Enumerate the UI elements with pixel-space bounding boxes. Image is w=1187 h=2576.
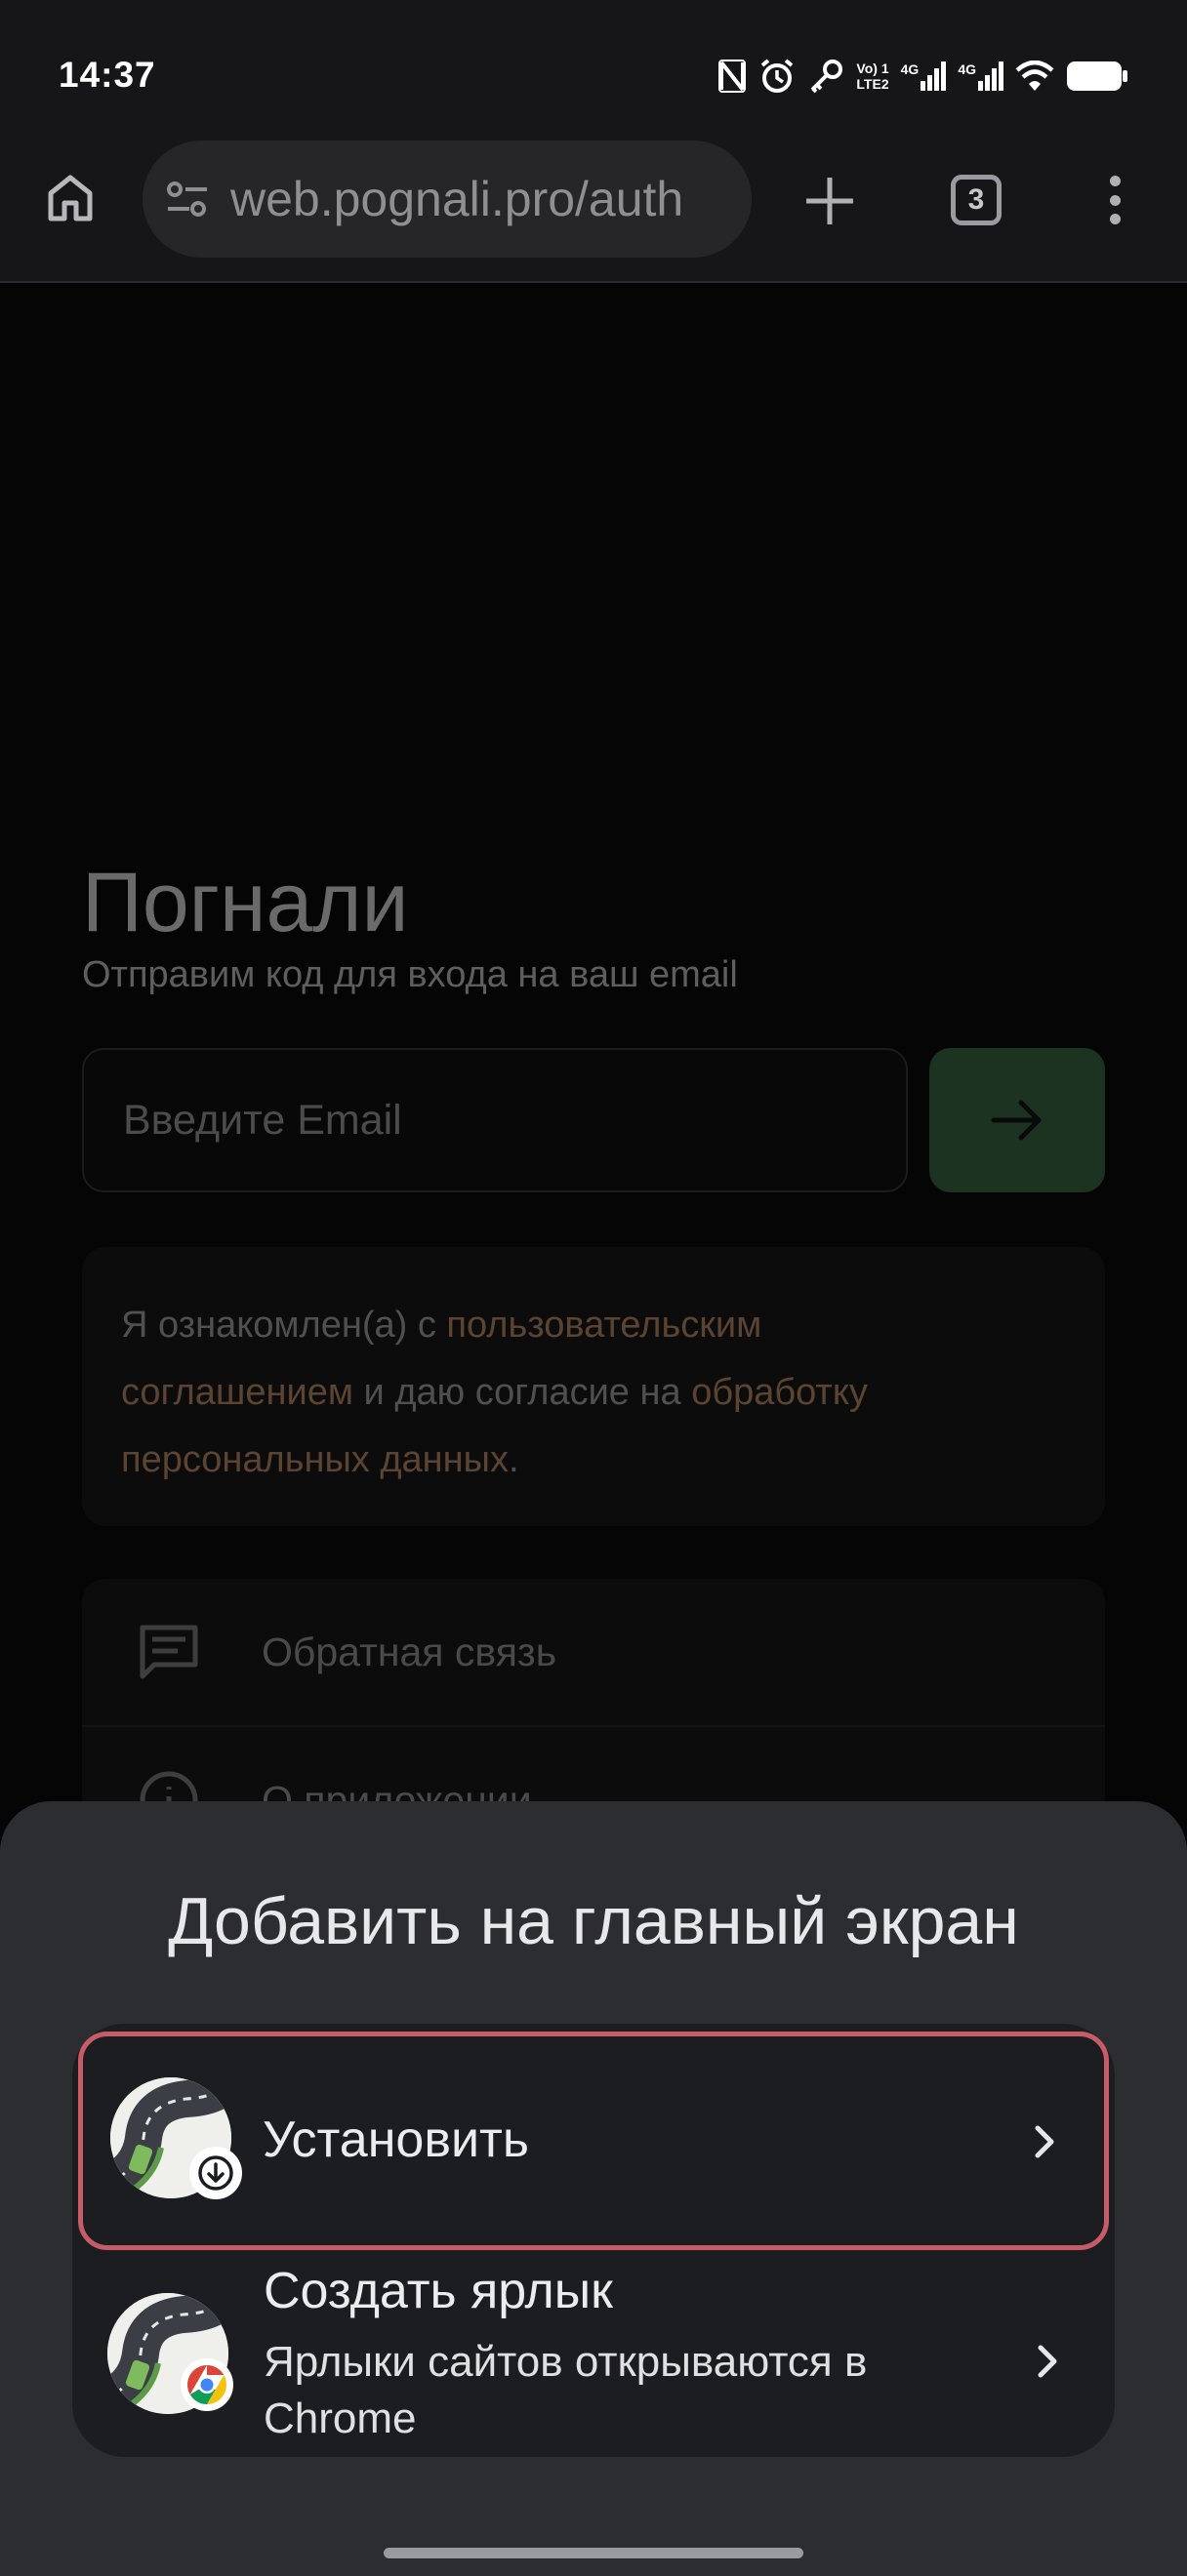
- install-label: Установить: [263, 2112, 529, 2168]
- url-bar[interactable]: web.pognali.pro/auth: [143, 141, 752, 258]
- page-subtitle: Отправим код для входа на ваш email: [82, 954, 738, 995]
- page-title: Погнали: [82, 856, 409, 949]
- tab-switcher-button[interactable]: 3: [951, 175, 1002, 225]
- more-menu-icon: [1109, 176, 1121, 186]
- create-shortcut-option[interactable]: Создать ярлык Ярлыки сайтов открываются …: [72, 2256, 1115, 2457]
- status-bar: 14:37 Vo) 1 LTE2 4G 4G: [0, 0, 1187, 137]
- menu-item-label: Обратная связь: [262, 1629, 557, 1674]
- site-settings-icon[interactable]: [166, 180, 209, 219]
- status-icons: Vo) 1 LTE2 4G 4G: [717, 55, 1128, 98]
- new-tab-icon: [806, 178, 853, 224]
- gesture-nav-handle[interactable]: [384, 2548, 803, 2558]
- volte-indicator: Vo) 1 LTE2: [856, 60, 888, 92]
- email-placeholder: Введите Email: [123, 1096, 402, 1144]
- url-text: web.pognali.pro/auth: [230, 172, 684, 226]
- battery-icon: [1067, 61, 1127, 91]
- more-menu-button[interactable]: [1103, 166, 1126, 234]
- add-to-home-sheet: Добавить на главный экран Установить Соз…: [0, 1801, 1187, 2576]
- chrome-badge-icon: [181, 2358, 233, 2411]
- browser-toolbar: web.pognali.pro/auth 3: [0, 137, 1187, 283]
- arrow-right-icon: [991, 1100, 1042, 1141]
- consent-box: Я ознакомлен(а) с пользовательским согла…: [82, 1247, 1105, 1526]
- signal-1: 4G: [901, 61, 947, 91]
- email-input[interactable]: Введите Email: [82, 1048, 908, 1192]
- chevron-right-icon: [1038, 2345, 1057, 2378]
- key-icon: [811, 60, 843, 94]
- consent-text: и даю согласие на: [352, 1372, 692, 1413]
- data-processing-link-cont[interactable]: персональных данных: [121, 1439, 509, 1480]
- signal-2: 4G: [958, 61, 1003, 91]
- user-agreement-link-cont[interactable]: соглашением: [121, 1372, 353, 1413]
- consent-text: .: [508, 1439, 519, 1480]
- menu-item-feedback[interactable]: Обратная связь: [82, 1579, 1105, 1725]
- data-processing-link[interactable]: обработку: [691, 1372, 868, 1413]
- create-shortcut-label: Создать ярлык: [264, 2263, 613, 2319]
- volte-bottom-label: LTE2: [856, 76, 889, 92]
- consent-text: Я ознакомлен(а) с: [121, 1305, 447, 1346]
- sheet-title: Добавить на главный экран: [168, 1884, 1019, 1958]
- signal-1-label: 4G: [900, 61, 920, 77]
- feedback-icon: [135, 1618, 203, 1686]
- volte-top-label: Vo) 1: [856, 60, 889, 76]
- alarm-icon: [761, 59, 794, 93]
- home-icon: [48, 175, 93, 221]
- status-time: 14:37: [59, 55, 156, 95]
- tab-count: 3: [967, 183, 985, 216]
- install-option[interactable]: Установить: [78, 2032, 1109, 2250]
- download-badge-icon: [189, 2147, 242, 2199]
- user-agreement-link[interactable]: пользовательским: [446, 1305, 761, 1346]
- signal-icon: [921, 61, 947, 91]
- chevron-right-icon: [1035, 2125, 1054, 2158]
- new-tab-button[interactable]: [798, 170, 861, 232]
- create-shortcut-description: Ярлыки сайтов открываются в Chrome: [264, 2338, 868, 2442]
- signal-icon: [978, 61, 1003, 91]
- home-button[interactable]: [39, 166, 102, 228]
- signal-2-label: 4G: [958, 61, 976, 77]
- nfc-icon: [718, 60, 747, 93]
- submit-button[interactable]: [929, 1048, 1105, 1192]
- wifi-icon: [1015, 60, 1054, 91]
- options-card: Установить Создать ярлык Ярлыки сайтов о…: [72, 2024, 1115, 2457]
